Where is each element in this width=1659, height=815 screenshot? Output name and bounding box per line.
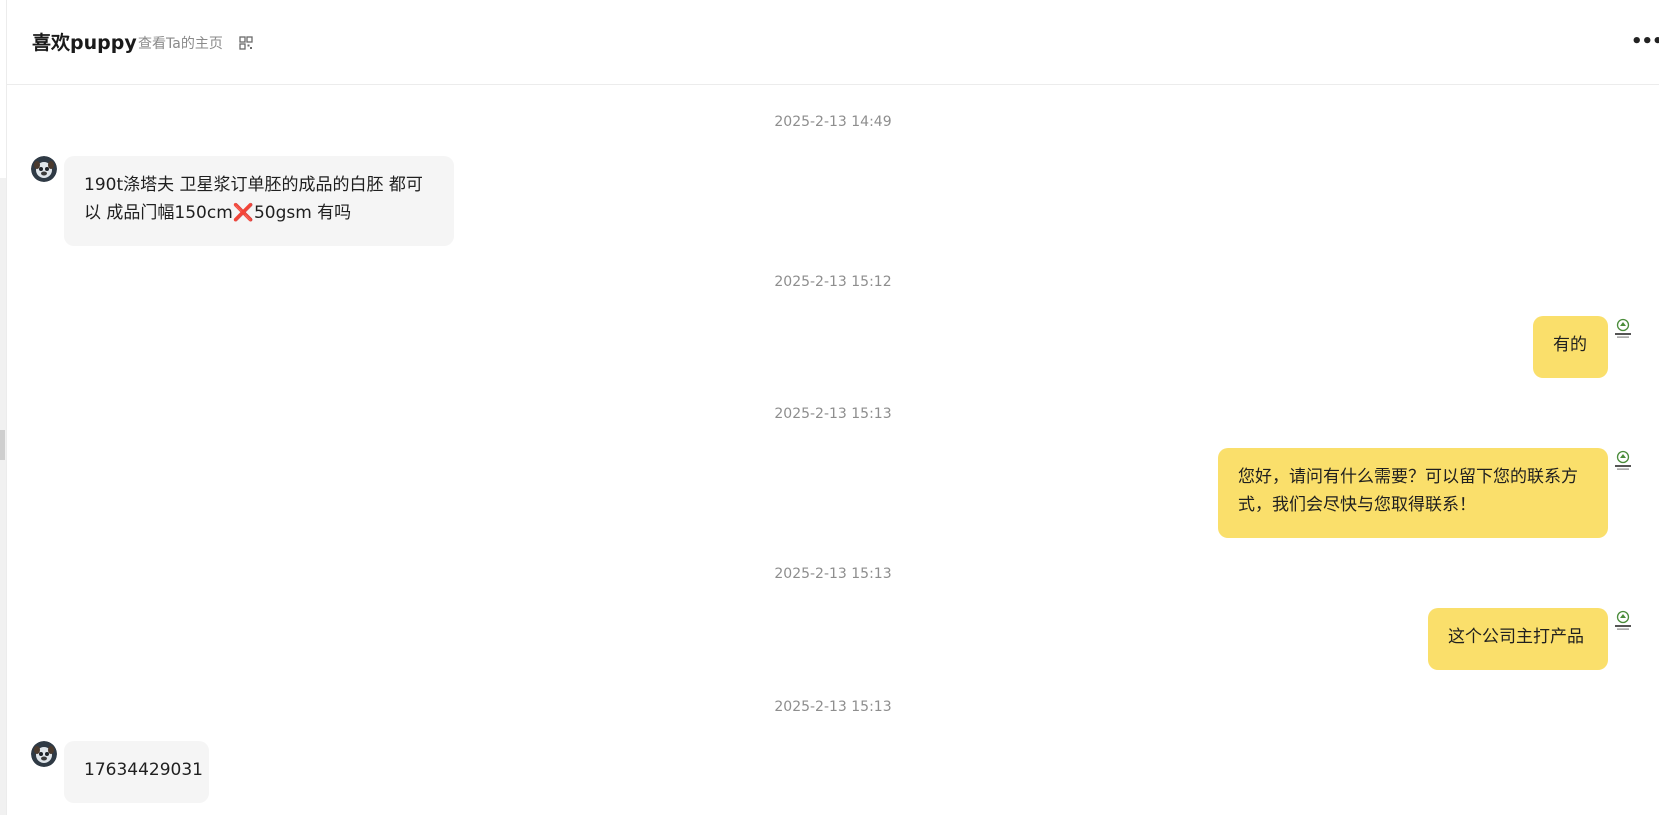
more-options-icon[interactable]: •••	[1631, 30, 1659, 54]
left-edge-strip	[0, 0, 7, 815]
my-avatar-logo-icon[interactable]	[1613, 450, 1633, 472]
message-bubble-outgoing[interactable]: 有的	[1533, 316, 1608, 378]
view-profile-link[interactable]: 查看Ta的主页	[138, 34, 223, 54]
message-text: 有的	[1553, 335, 1587, 355]
message-bubble-outgoing[interactable]: 您好，请问有什么需要？可以留下您的联系方 式，我们会尽快与您取得联系！	[1218, 448, 1608, 538]
my-avatar-logo-icon[interactable]	[1613, 610, 1633, 632]
contact-avatar[interactable]	[31, 156, 57, 182]
message-timestamp: 2025-2-13 15:13	[774, 566, 892, 582]
my-avatar-logo-icon[interactable]	[1613, 318, 1633, 340]
message-bubble-outgoing[interactable]: 这个公司主打产品	[1428, 608, 1608, 670]
message-text: 这个公司主打产品	[1448, 627, 1584, 647]
message-text-line: 190t涤塔夫 卫星浆订单胚的成品的白胚 都可	[84, 175, 423, 195]
contact-avatar[interactable]	[31, 741, 57, 767]
message-timestamp: 2025-2-13 15:12	[774, 274, 892, 290]
message-timestamp: 2025-2-13 14:49	[774, 114, 892, 130]
message-text-line: 您好，请问有什么需要？可以留下您的联系方	[1238, 467, 1578, 487]
message-bubble-incoming[interactable]: 17634429031	[64, 741, 209, 803]
qr-code-icon[interactable]	[239, 36, 253, 50]
contact-name: 喜欢puppy	[32, 32, 137, 54]
scrollbar-track[interactable]	[0, 178, 6, 815]
message-bubble-incoming[interactable]: 190t涤塔夫 卫星浆订单胚的成品的白胚 都可 以 成品门幅150cm❌50gs…	[64, 156, 454, 246]
message-timestamp: 2025-2-13 15:13	[774, 699, 892, 715]
message-text-line: 式，我们会尽快与您取得联系！	[1238, 495, 1476, 515]
cross-mark-icon: ❌	[232, 203, 254, 223]
scrollbar-thumb[interactable]	[0, 430, 5, 460]
chat-header: 喜欢puppy 查看Ta的主页 •••	[7, 0, 1659, 85]
message-timestamp: 2025-2-13 15:13	[774, 406, 892, 422]
message-text: 17634429031	[84, 760, 203, 780]
message-text-line: 以 成品门幅150cm❌50gsm 有吗	[84, 203, 352, 223]
